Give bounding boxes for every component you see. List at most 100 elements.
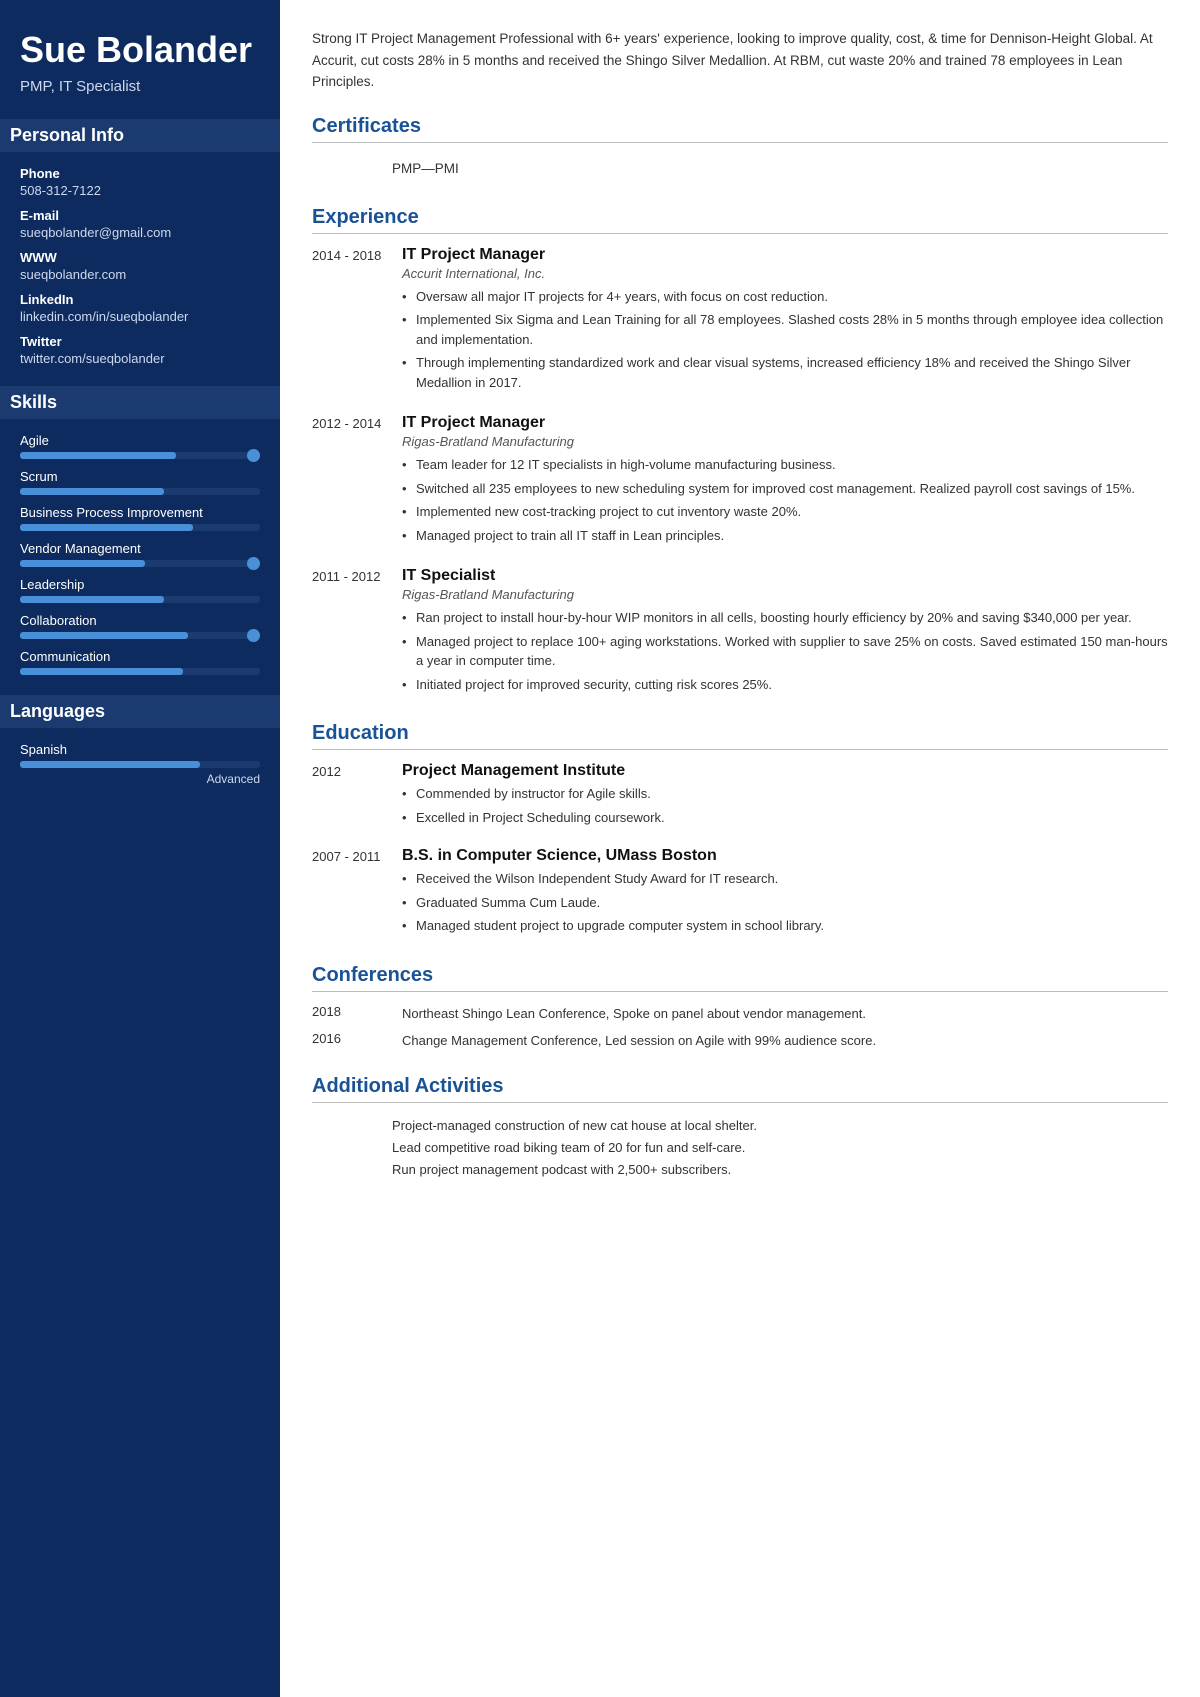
additional-title: Additional Activities bbox=[312, 1075, 1168, 1103]
education-dates: 2012 bbox=[312, 762, 402, 831]
experience-bullet: Team leader for 12 IT specialists in hig… bbox=[402, 455, 1168, 475]
experience-bullet: Implemented Six Sigma and Lean Training … bbox=[402, 310, 1168, 349]
skill-item: Scrum bbox=[20, 469, 260, 495]
experience-row: 2011 - 2012IT SpecialistRigas-Bratland M… bbox=[312, 567, 1168, 698]
conference-year: 2018 bbox=[312, 1004, 402, 1024]
skill-bar-dot bbox=[247, 629, 260, 642]
activity-item: Lead competitive road biking team of 20 … bbox=[312, 1137, 1168, 1159]
skill-bar-fill bbox=[20, 488, 164, 495]
certificates-list: PMP—PMI bbox=[312, 155, 1168, 182]
experience-bullets: Team leader for 12 IT specialists in hig… bbox=[402, 455, 1168, 545]
skill-bar bbox=[20, 632, 260, 639]
language-bar bbox=[20, 761, 260, 768]
languages-list: Spanish Advanced bbox=[20, 742, 260, 786]
education-bullet: Received the Wilson Independent Study Aw… bbox=[402, 869, 1168, 889]
certificate-row: PMP—PMI bbox=[312, 155, 1168, 182]
skill-bar bbox=[20, 488, 260, 495]
experience-bullet: Ran project to install hour-by-hour WIP … bbox=[402, 608, 1168, 628]
candidate-title: PMP, IT Specialist bbox=[20, 78, 260, 95]
education-bullets: Commended by instructor for Agile skills… bbox=[402, 784, 1168, 827]
skills-header: Skills bbox=[0, 386, 280, 419]
skill-name: Communication bbox=[20, 649, 260, 664]
conference-row: 2016Change Management Conference, Led se… bbox=[312, 1031, 1168, 1051]
skills-list: AgileScrumBusiness Process ImprovementVe… bbox=[20, 433, 260, 675]
experience-bullet: Managed project to train all IT staff in… bbox=[402, 526, 1168, 546]
education-content: B.S. in Computer Science, UMass Boston Re… bbox=[402, 847, 1168, 940]
experience-row: 2012 - 2014IT Project ManagerRigas-Bratl… bbox=[312, 414, 1168, 549]
experience-bullet: Switched all 235 employees to new schedu… bbox=[402, 479, 1168, 499]
skill-bar bbox=[20, 524, 260, 531]
experience-bullet: Oversaw all major IT projects for 4+ yea… bbox=[402, 287, 1168, 307]
certificates-section: Certificates PMP—PMI bbox=[312, 115, 1168, 182]
education-list: 2012Project Management Institute Commende… bbox=[312, 762, 1168, 940]
main-content: Strong IT Project Management Professiona… bbox=[280, 0, 1200, 1697]
experience-bullets: Oversaw all major IT projects for 4+ yea… bbox=[402, 287, 1168, 393]
activity-item: Run project management podcast with 2,50… bbox=[312, 1159, 1168, 1181]
experience-bullet: Managed project to replace 100+ aging wo… bbox=[402, 632, 1168, 671]
experience-bullet: Implemented new cost-tracking project to… bbox=[402, 502, 1168, 522]
email-value: sueqbolander@gmail.com bbox=[20, 225, 260, 240]
activities-list: Project-managed construction of new cat … bbox=[312, 1115, 1168, 1181]
language-level: Advanced bbox=[20, 772, 260, 786]
education-institution: Project Management Institute bbox=[402, 762, 1168, 780]
conference-text: Northeast Shingo Lean Conference, Spoke … bbox=[402, 1004, 1168, 1024]
skill-bar-fill bbox=[20, 668, 183, 675]
skill-bar-fill bbox=[20, 524, 193, 531]
skill-name: Business Process Improvement bbox=[20, 505, 260, 520]
linkedin-label: LinkedIn bbox=[20, 292, 260, 307]
education-row: 2012Project Management Institute Commende… bbox=[312, 762, 1168, 831]
skill-bar-fill bbox=[20, 452, 176, 459]
experience-title-text: IT Specialist bbox=[402, 567, 1168, 585]
candidate-name: Sue Bolander bbox=[20, 30, 260, 70]
experience-bullets: Ran project to install hour-by-hour WIP … bbox=[402, 608, 1168, 694]
experience-bullet: Initiated project for improved security,… bbox=[402, 675, 1168, 695]
conference-text: Change Management Conference, Led sessio… bbox=[402, 1031, 1168, 1051]
phone-value: 508-312-7122 bbox=[20, 183, 260, 198]
conference-year: 2016 bbox=[312, 1031, 402, 1051]
www-label: WWW bbox=[20, 250, 260, 265]
education-title: Education bbox=[312, 722, 1168, 750]
skill-name: Collaboration bbox=[20, 613, 260, 628]
skill-item: Collaboration bbox=[20, 613, 260, 639]
skill-bar bbox=[20, 452, 260, 459]
phone-label: Phone bbox=[20, 166, 260, 181]
experience-title-text: IT Project Manager bbox=[402, 414, 1168, 432]
education-institution: B.S. in Computer Science, UMass Boston bbox=[402, 847, 1168, 865]
skill-bar-dot bbox=[247, 449, 260, 462]
experience-list: 2014 - 2018IT Project ManagerAccurit Int… bbox=[312, 246, 1168, 699]
skill-name: Leadership bbox=[20, 577, 260, 592]
experience-content: IT SpecialistRigas-Bratland Manufacturin… bbox=[402, 567, 1168, 698]
experience-content: IT Project Manager Rigas-Bratland Manufac… bbox=[402, 414, 1168, 549]
experience-section: Experience 2014 - 2018IT Project Manager… bbox=[312, 206, 1168, 699]
education-section: Education 2012Project Management Institu… bbox=[312, 722, 1168, 940]
education-bullet: Commended by instructor for Agile skills… bbox=[402, 784, 1168, 804]
skill-bar-fill bbox=[20, 596, 164, 603]
education-dates: 2007 - 2011 bbox=[312, 847, 402, 940]
experience-title-text: IT Project Manager bbox=[402, 246, 1168, 264]
language-name: Spanish bbox=[20, 742, 260, 757]
experience-row: 2014 - 2018IT Project ManagerAccurit Int… bbox=[312, 246, 1168, 397]
education-bullet: Graduated Summa Cum Laude. bbox=[402, 893, 1168, 913]
conferences-list: 2018Northeast Shingo Lean Conference, Sp… bbox=[312, 1004, 1168, 1051]
skill-name: Scrum bbox=[20, 469, 260, 484]
conferences-section: Conferences 2018Northeast Shingo Lean Co… bbox=[312, 964, 1168, 1051]
sidebar: Sue Bolander PMP, IT Specialist Personal… bbox=[0, 0, 280, 1697]
skill-bar bbox=[20, 596, 260, 603]
experience-title: Experience bbox=[312, 206, 1168, 234]
experience-company: Rigas-Bratland Manufacturing bbox=[402, 434, 1168, 449]
skill-bar-fill bbox=[20, 632, 188, 639]
skill-bar-dot bbox=[247, 557, 260, 570]
experience-dates: 2014 - 2018 bbox=[312, 246, 402, 397]
email-label: E-mail bbox=[20, 208, 260, 223]
languages-header: Languages bbox=[0, 695, 280, 728]
skill-item: Vendor Management bbox=[20, 541, 260, 567]
activity-item: Project-managed construction of new cat … bbox=[312, 1115, 1168, 1137]
personal-info-header: Personal Info bbox=[0, 119, 280, 152]
education-bullets: Received the Wilson Independent Study Aw… bbox=[402, 869, 1168, 936]
skill-bar bbox=[20, 668, 260, 675]
education-bullet: Excelled in Project Scheduling coursewor… bbox=[402, 808, 1168, 828]
education-bullet: Managed student project to upgrade compu… bbox=[402, 916, 1168, 936]
skill-item: Communication bbox=[20, 649, 260, 675]
conferences-title: Conferences bbox=[312, 964, 1168, 992]
skill-bar-fill bbox=[20, 560, 145, 567]
